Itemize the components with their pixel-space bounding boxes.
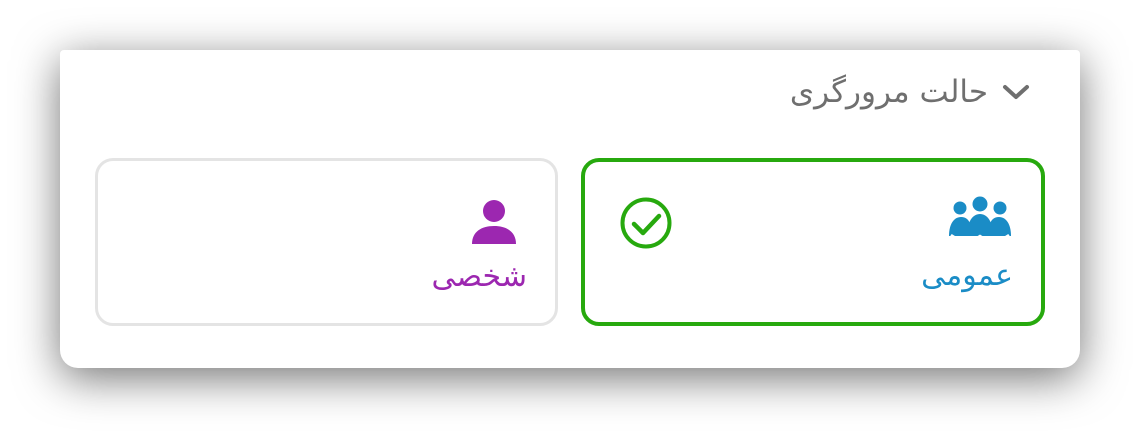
check-circle-icon — [620, 197, 672, 249]
browsing-mode-panel: حالت مرورگری عمومی شخصی — [60, 50, 1080, 368]
option-personal-label: شخصی — [431, 259, 527, 294]
browsing-mode-header[interactable]: حالت مرورگری — [790, 72, 1032, 112]
browsing-mode-title: حالت مرورگری — [789, 74, 988, 110]
option-public-card[interactable]: عمومی — [581, 158, 1045, 326]
option-personal-card[interactable]: شخصی — [95, 158, 558, 326]
users-group-icon — [949, 196, 1011, 244]
option-public-label: عمومی — [921, 258, 1013, 293]
chevron-down-icon[interactable] — [1000, 72, 1032, 112]
user-icon — [467, 197, 521, 247]
